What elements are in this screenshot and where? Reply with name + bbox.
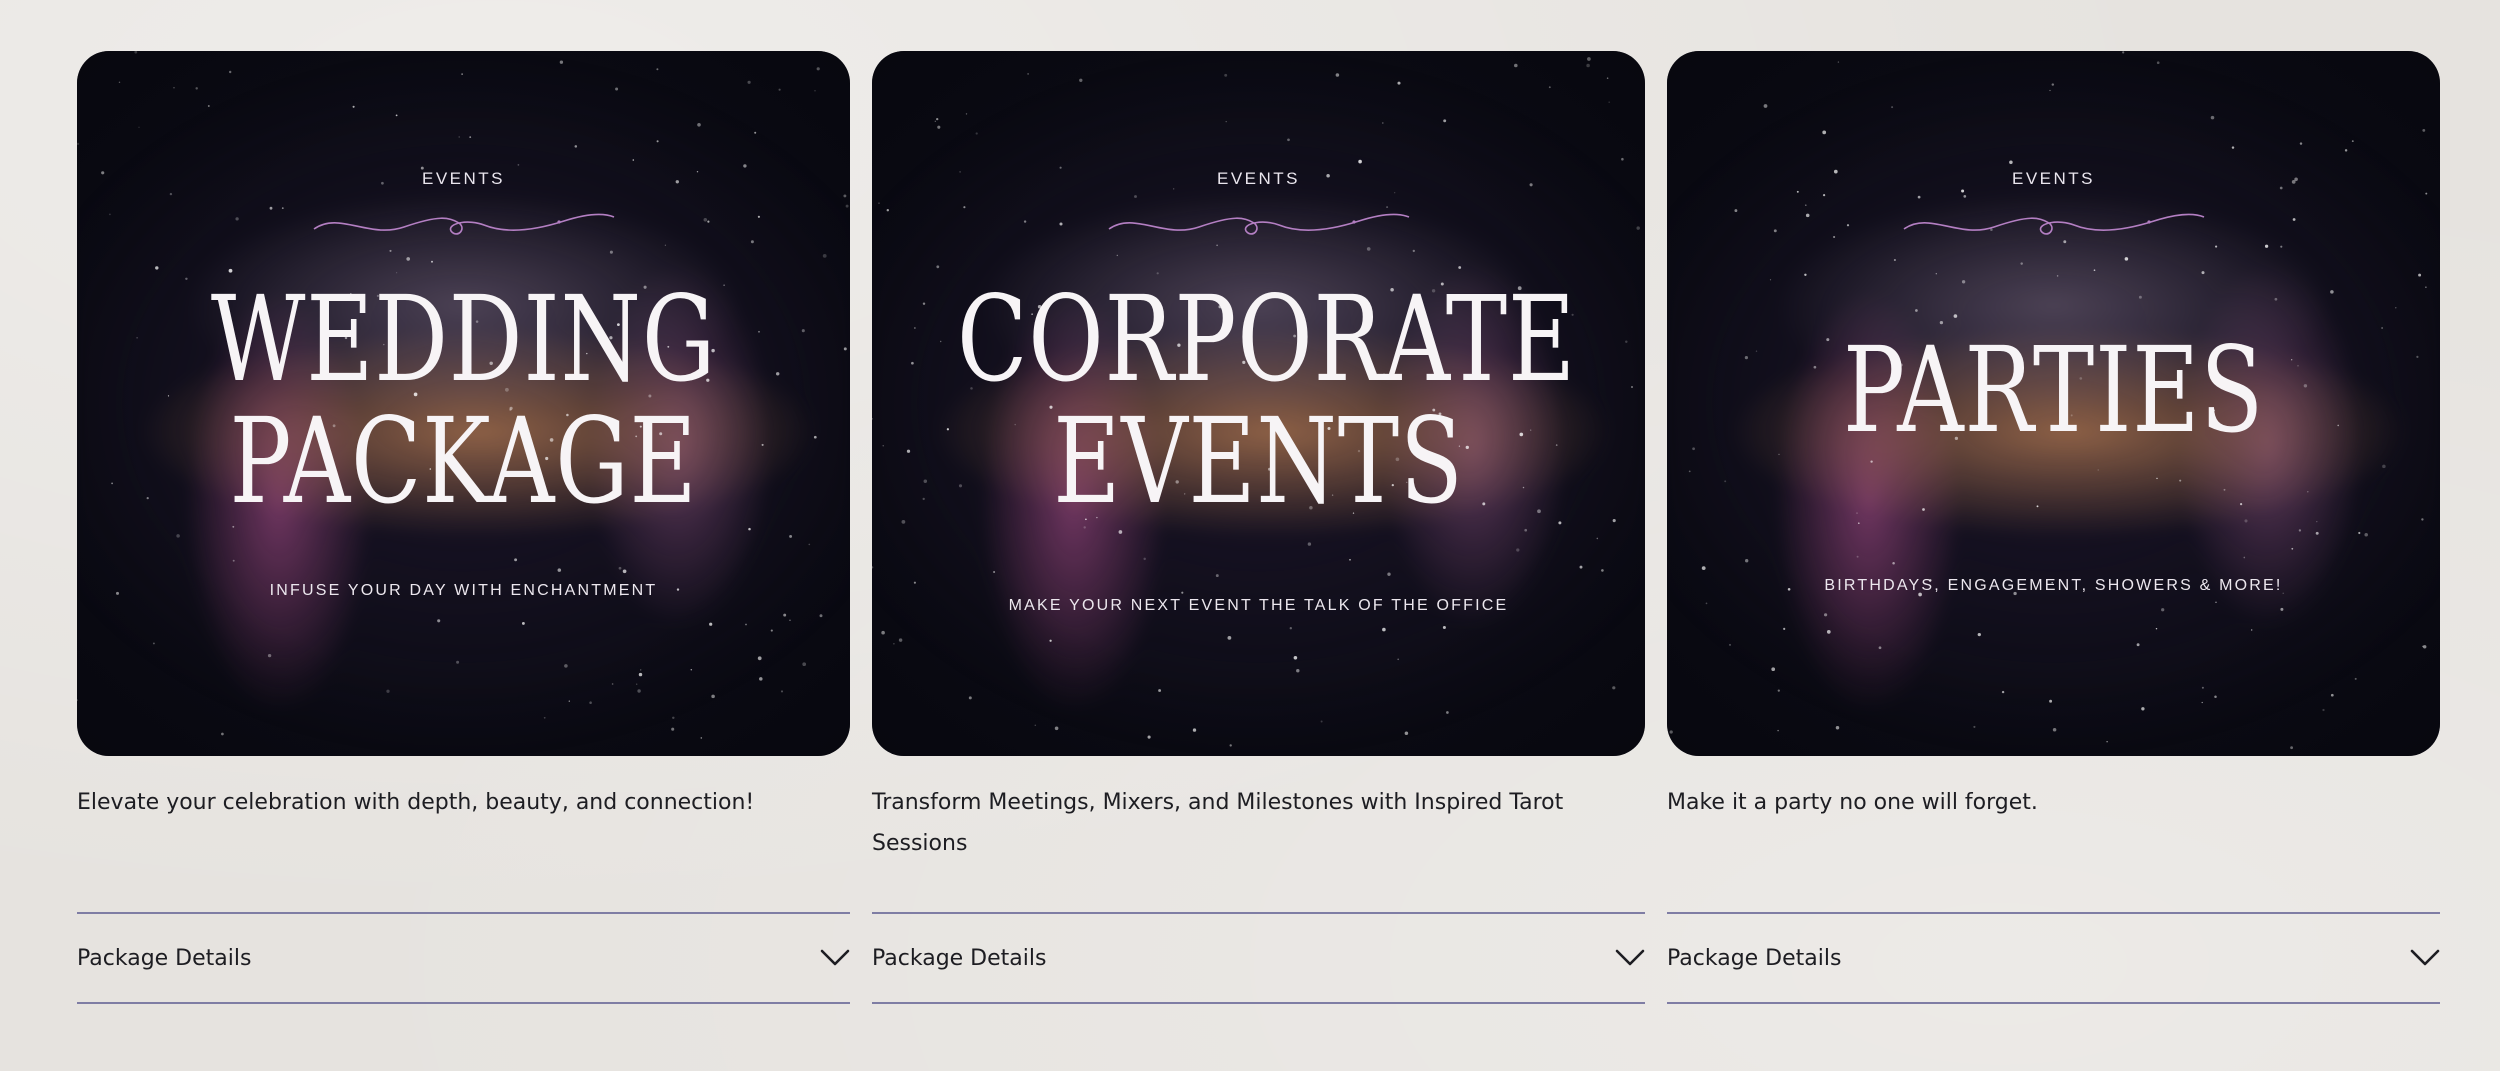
card-kicker: EVENTS (2011, 169, 2096, 188)
flourish-ornament (1108, 213, 1409, 235)
card-subline: MAKE YOUR NEXT EVENT THE TALK OF THE OFF… (1008, 597, 1509, 614)
card-headline: PARTIES (1752, 331, 2355, 449)
package-details-label: Package Details (1667, 945, 1842, 971)
card-kicker: EVENTS (1216, 169, 1301, 188)
event-card-wedding: EVENTS WEDDING PACKAGE INFUSE YOUR DAY W… (77, 51, 850, 1004)
package-details-toggle[interactable]: Package Details (77, 912, 850, 1004)
flourish-ornament (1903, 213, 2204, 235)
card-subline: BIRTHDAYS, ENGAGEMENT, SHOWERS & MORE! (1824, 577, 2283, 594)
chevron-down-icon (820, 949, 850, 966)
headline-line: PARTIES (1842, 321, 2265, 459)
headline-line: PACKAGE (229, 392, 698, 530)
event-card-image[interactable]: EVENTS CORPORATE EVENTS MAKE YOUR NEXT E… (872, 51, 1645, 756)
package-details-label: Package Details (872, 945, 1047, 971)
card-kicker: EVENTS (421, 169, 506, 188)
event-package-grid: EVENTS WEDDING PACKAGE INFUSE YOUR DAY W… (77, 51, 2440, 1004)
event-card-corporate: EVENTS CORPORATE EVENTS MAKE YOUR NEXT E… (872, 51, 1645, 1004)
package-details-label: Package Details (77, 945, 252, 971)
card-headline: CORPORATE EVENTS (957, 270, 1576, 530)
card-subline: INFUSE YOUR DAY WITH ENCHANTMENT (269, 582, 658, 599)
package-details-toggle[interactable]: Package Details (1667, 912, 2440, 1004)
event-card-image[interactable]: EVENTS PARTIES BIRTHDAYS, ENGAGEMENT, SH… (1667, 51, 2440, 756)
headline-line: CORPORATE (957, 270, 1576, 408)
card-headline: WEDDING PACKAGE (162, 280, 765, 520)
chevron-down-icon (1615, 949, 1645, 966)
headline-line: WEDDING (210, 270, 717, 408)
event-card-parties: EVENTS PARTIES BIRTHDAYS, ENGAGEMENT, SH… (1667, 51, 2440, 1004)
card-description: Make it a party no one will forget. (1667, 790, 2038, 815)
flourish-ornament (313, 213, 614, 235)
event-card-image[interactable]: EVENTS WEDDING PACKAGE INFUSE YOUR DAY W… (77, 51, 850, 756)
card-description: Elevate your celebration with depth, bea… (77, 790, 755, 815)
package-details-toggle[interactable]: Package Details (872, 912, 1645, 1004)
card-description: Transform Meetings, Mixers, and Mileston… (872, 790, 1564, 856)
chevron-down-icon (2410, 949, 2440, 966)
headline-line: EVENTS (1053, 392, 1464, 530)
